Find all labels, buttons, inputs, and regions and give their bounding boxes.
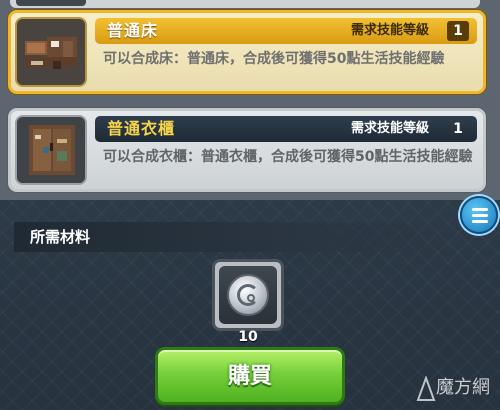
- materials-header: 所需材料: [14, 222, 454, 252]
- watermark-mark-icon: [416, 376, 436, 401]
- material-slot[interactable]: [212, 259, 284, 331]
- skill-requirement-label: 需求技能等級: [351, 121, 430, 136]
- skill-requirement-level: 1: [447, 21, 469, 41]
- recipe-description: 可以合成床：普通床，合成後可獲得50點生活技能經驗: [103, 51, 445, 67]
- menu-line-icon: [472, 220, 488, 223]
- menu-line-icon: [472, 214, 488, 217]
- material-slot-inner: [219, 266, 277, 324]
- recipe-name: 普通床: [107, 21, 159, 40]
- menu-line-icon: [472, 208, 488, 211]
- material-quantity: 10: [238, 329, 258, 345]
- recipe-name: 普通衣櫃: [107, 119, 176, 138]
- wardrobe-item-icon: [15, 115, 87, 185]
- watermark-text: 魔方網: [436, 377, 490, 398]
- previous-recipe-thumbnail: [16, 0, 86, 6]
- menu-list-button[interactable]: [460, 196, 498, 234]
- coin-emblem: [237, 284, 259, 306]
- recipe-card-wardrobe[interactable]: 普通衣櫃 需求技能等級 1 可以合成衣櫃：普通衣櫃，合成後可獲得50點生活技能經…: [8, 108, 486, 192]
- coin-emblem-core: [247, 294, 255, 302]
- skill-requirement-label: 需求技能等級: [351, 23, 430, 38]
- crafting-screen: 普通床 需求技能等級 1 可以合成床：普通床，合成後可獲得50點生活技能經驗 普…: [0, 0, 500, 410]
- buy-button-label: 購買: [227, 364, 272, 389]
- recipe-title-band: 普通床 需求技能等級 1: [95, 18, 477, 44]
- silver-coin-icon: [227, 274, 269, 316]
- bed-item-icon: [15, 17, 87, 87]
- site-watermark-logo: 魔方網: [416, 374, 496, 404]
- buy-button[interactable]: 購買: [155, 347, 345, 405]
- recipe-list[interactable]: 普通床 需求技能等級 1 可以合成床：普通床，合成後可獲得50點生活技能經驗 普…: [0, 0, 500, 200]
- recipe-description: 可以合成衣櫃：普通衣櫃，合成後可獲得50點生活技能經驗: [103, 149, 473, 165]
- materials-title: 所需材料: [30, 228, 91, 246]
- recipe-title-band: 普通衣櫃 需求技能等級 1: [95, 116, 477, 142]
- skill-requirement-level: 1: [453, 121, 463, 137]
- previous-recipe-card-partial[interactable]: [10, 0, 480, 8]
- recipe-card-bed[interactable]: 普通床 需求技能等級 1 可以合成床：普通床，合成後可獲得50點生活技能經驗: [8, 10, 486, 94]
